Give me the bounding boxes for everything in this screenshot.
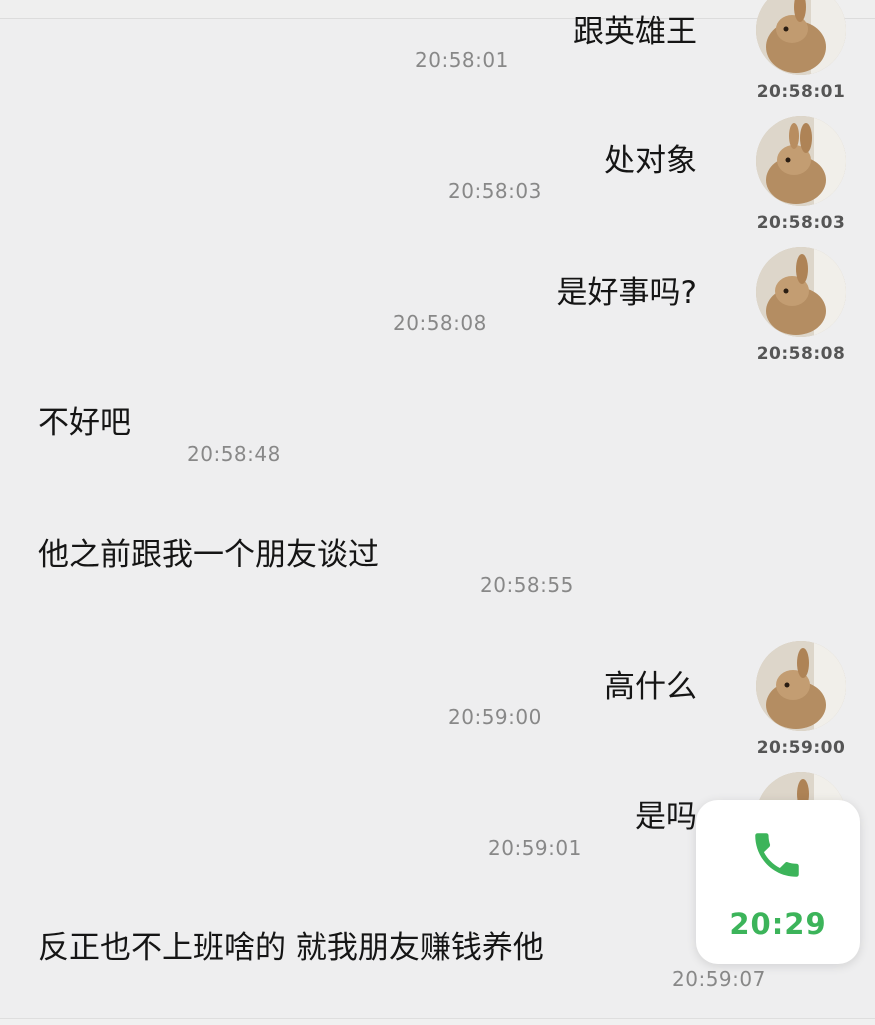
message-timestamp: 20:58:48 — [187, 442, 281, 466]
avatar[interactable] — [756, 247, 846, 337]
avatar-timestamp: 20:58:08 — [756, 344, 846, 364]
rabbit-avatar-icon — [756, 641, 846, 731]
rabbit-avatar-icon — [756, 116, 846, 206]
message-timestamp: 20:59:07 — [672, 967, 766, 991]
phone-icon — [755, 833, 799, 877]
message-timestamp: 20:58:08 — [393, 311, 487, 335]
message-timestamp: 20:59:00 — [448, 705, 542, 729]
message-timestamp: 20:58:01 — [415, 48, 509, 72]
message-text: 是吗 — [635, 799, 697, 835]
message-text: 跟英雄王 — [573, 14, 697, 50]
avatar-timestamp: 20:59:00 — [756, 738, 846, 758]
call-duration: 20:29 — [729, 907, 827, 941]
avatar-timestamp: 20:58:01 — [756, 82, 846, 102]
message-text: 他之前跟我一个朋友谈过 — [38, 537, 379, 573]
message-text: 处对象 — [604, 143, 697, 179]
rabbit-avatar-icon — [756, 247, 846, 337]
message-text: 不好吧 — [38, 405, 131, 441]
message-text: 是好事吗? — [556, 275, 697, 311]
message-timestamp: 20:58:03 — [448, 179, 542, 203]
avatar[interactable] — [756, 116, 846, 206]
rabbit-avatar-icon — [756, 0, 846, 75]
avatar[interactable] — [756, 641, 846, 731]
message-text: 反正也不上班啥的 就我朋友赚钱养他 — [38, 930, 544, 966]
top-divider — [0, 0, 875, 19]
call-overlay[interactable]: 20:29 — [696, 800, 860, 964]
message-text: 高什么 — [604, 669, 697, 705]
message-timestamp: 20:58:55 — [480, 573, 574, 597]
avatar-timestamp: 20:58:03 — [756, 213, 846, 233]
avatar[interactable] — [756, 0, 846, 75]
message-timestamp: 20:59:01 — [488, 836, 582, 860]
